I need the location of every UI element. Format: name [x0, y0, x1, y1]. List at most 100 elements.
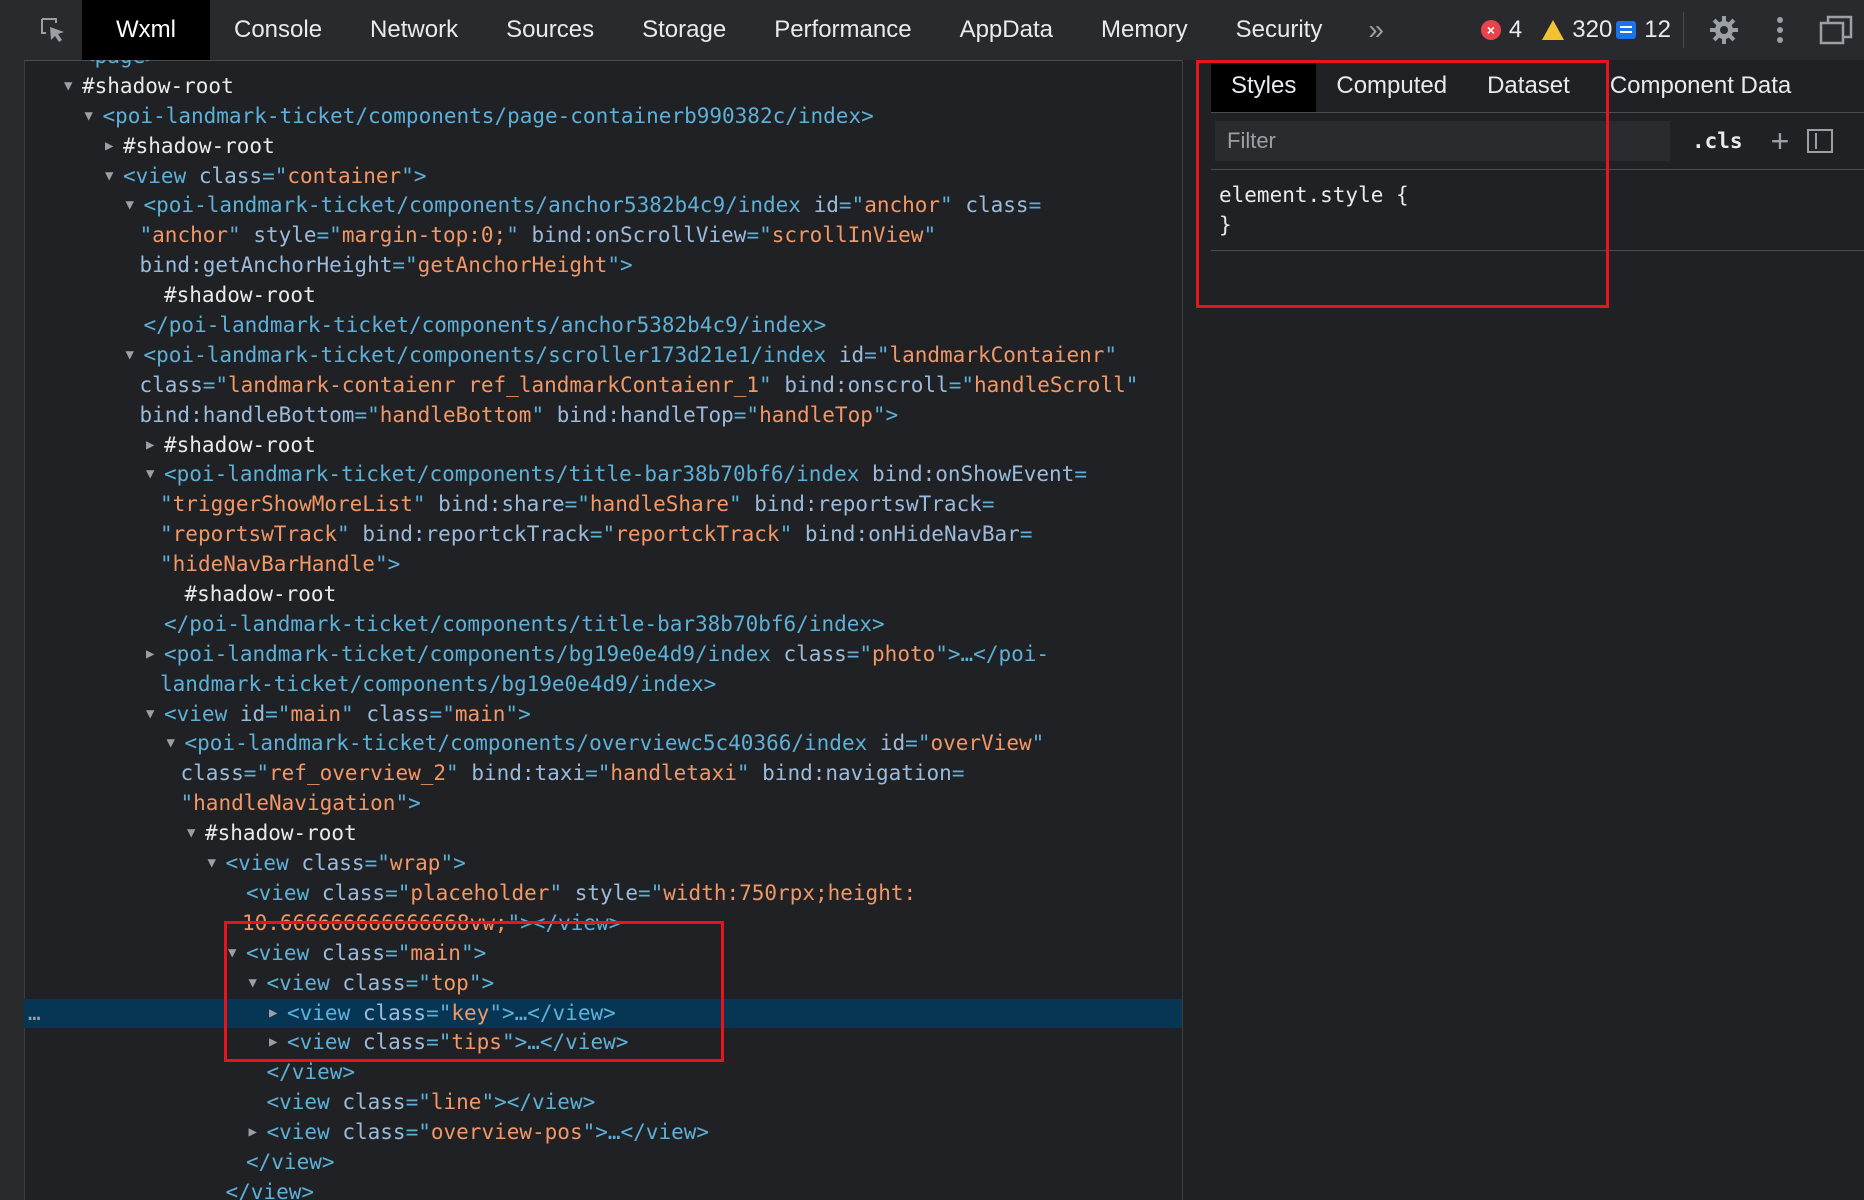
dom-node[interactable]: </poi-landmark-ticket/components/anchor5…: [24, 311, 1182, 341]
dom-node[interactable]: ▼ #shadow-root: [24, 819, 1182, 849]
dom-node[interactable]: "triggerShowMoreList" bind:share="handle…: [24, 490, 1182, 520]
dom-node[interactable]: ▼ <poi-landmark-ticket/components/title-b…: [24, 460, 1182, 490]
node-markup: #shadow-root: [82, 72, 234, 102]
dom-node[interactable]: "hideNavBarHandle">: [24, 550, 1182, 580]
sidebar-tab-component-data[interactable]: Component Data: [1590, 60, 1811, 112]
dom-node[interactable]: #shadow-root: [24, 580, 1182, 610]
dom-node[interactable]: </view>: [24, 1148, 1182, 1178]
dom-node[interactable]: ▼ #shadow-root: [24, 72, 1182, 102]
dom-node[interactable]: "anchor" style="margin-top:0;" bind:onSc…: [24, 221, 1182, 251]
sidebar-tab-styles[interactable]: Styles: [1211, 60, 1317, 112]
dom-node[interactable]: class="ref_overview_2" bind:taxi="handle…: [24, 759, 1182, 789]
dom-node[interactable]: </poi-landmark-ticket/components/title-b…: [24, 610, 1182, 640]
dom-node[interactable]: ▶ <view class="tips">…</view>: [24, 1028, 1182, 1058]
node-actions-icon[interactable]: …: [28, 999, 41, 1029]
dom-node[interactable]: #shadow-root: [24, 281, 1182, 311]
shadow-root-token: #shadow-root: [184, 582, 337, 607]
dom-node-selected[interactable]: ▶ … <view class="key">…</view>: [24, 998, 1182, 1029]
collapse-triangle-icon[interactable]: ▼: [126, 341, 134, 371]
dom-node[interactable]: <view class="line"></view>: [24, 1088, 1182, 1118]
sidebar-tab-computed[interactable]: Computed: [1316, 60, 1467, 112]
dom-node[interactable]: ▼ <view id="main" class="main">: [24, 700, 1182, 730]
issue-counters[interactable]: × 4 320 12: [1480, 16, 1671, 44]
collapse-triangle-icon[interactable]: ▼: [146, 460, 154, 490]
pane-splitter[interactable]: [1182, 60, 1212, 1200]
collapse-triangle-icon[interactable]: ▼: [126, 191, 134, 221]
tab-storage[interactable]: Storage: [618, 0, 750, 60]
attr-value-token: main: [454, 701, 506, 726]
more-tabs-button[interactable]: »: [1346, 14, 1406, 46]
expand-triangle-icon[interactable]: ▶: [146, 640, 154, 670]
node-markup: <poi-landmark-ticket/components/bg19e0e4…: [164, 640, 1049, 670]
dom-node[interactable]: </view>: [24, 1178, 1182, 1200]
collapse-triangle-icon[interactable]: ▼: [249, 969, 257, 999]
dom-node[interactable]: ▼ <poi-landmark-ticket/components/page-co…: [24, 102, 1182, 132]
expand-triangle-icon[interactable]: ▶: [269, 1028, 277, 1058]
dom-node[interactable]: <page>: [24, 60, 1182, 72]
collapse-triangle-icon[interactable]: ▼: [187, 819, 195, 849]
dom-node[interactable]: ▼ <poi-landmark-ticket/components/overvie…: [24, 729, 1182, 759]
node-markup: <view id="main" class="main">: [164, 700, 531, 730]
tab-appdata[interactable]: AppData: [936, 0, 1077, 60]
tab-security[interactable]: Security: [1212, 0, 1347, 60]
new-style-rule-button[interactable]: +: [1771, 123, 1790, 160]
tab-performance[interactable]: Performance: [750, 0, 935, 60]
styles-filter-input[interactable]: [1215, 121, 1670, 161]
inspect-element-button[interactable]: [24, 0, 82, 60]
node-markup: </view>: [246, 1148, 335, 1178]
dom-node[interactable]: 10.666666666666668vw;"></view>: [24, 909, 1182, 939]
tab-wxml[interactable]: Wxml: [82, 0, 210, 60]
tab-memory[interactable]: Memory: [1077, 0, 1212, 60]
dom-node[interactable]: ▼ <poi-landmark-ticket/components/anchor5…: [24, 191, 1182, 221]
dom-node[interactable]: </view>: [24, 1058, 1182, 1088]
dom-node[interactable]: class="landmark-contaienr ref_landmarkCo…: [24, 371, 1182, 401]
collapse-triangle-icon[interactable]: ▼: [167, 729, 175, 759]
dom-node[interactable]: ▶ <view class="overview-pos">…</view>: [24, 1118, 1182, 1148]
dom-node[interactable]: <view class="placeholder" style="width:7…: [24, 879, 1182, 909]
attr-value-token: hideNavBarHandle: [172, 552, 375, 577]
collapse-triangle-icon[interactable]: ▼: [228, 939, 236, 969]
expand-triangle-icon[interactable]: ▶: [269, 999, 277, 1029]
dom-node[interactable]: ▶ <poi-landmark-ticket/components/bg19e0e…: [24, 640, 1182, 670]
element-style-rule[interactable]: element.style { }: [1211, 170, 1864, 251]
dom-node[interactable]: landmark-ticket/components/bg19e0e4d9/in…: [24, 670, 1182, 700]
attr-name-token: bind:handleTop: [556, 402, 734, 427]
expand-triangle-icon[interactable]: ▶: [105, 132, 113, 162]
more-options-button[interactable]: [1752, 0, 1808, 60]
message-icon: [1616, 21, 1637, 39]
dom-node[interactable]: ▼ <view class="container">: [24, 162, 1182, 192]
tag-token: =": [426, 1030, 452, 1055]
undock-button[interactable]: [1808, 0, 1864, 60]
tag-token: <page>: [82, 60, 158, 68]
dom-node[interactable]: ▼ <poi-landmark-ticket/components/scrolle…: [24, 341, 1182, 371]
node-markup: <view class="placeholder" style="width:7…: [246, 879, 916, 909]
dom-node[interactable]: ▼ <view class="wrap">: [24, 849, 1182, 879]
dom-node[interactable]: "handleNavigation">: [24, 789, 1182, 819]
tag-token: ": [1031, 731, 1045, 756]
collapse-triangle-icon[interactable]: ▼: [64, 72, 72, 102]
dom-node[interactable]: ▼ <view class="top">: [24, 969, 1182, 999]
dom-node[interactable]: "reportswTrack" bind:reportckTrack="repo…: [24, 520, 1182, 550]
expand-triangle-icon[interactable]: ▶: [249, 1118, 257, 1148]
elements-tree[interactable]: <page> ▼ #shadow-root ▼ <poi-landmark-ticket…: [24, 60, 1182, 1200]
collapse-triangle-icon[interactable]: ▼: [146, 700, 154, 730]
tag-token: <view: [266, 970, 343, 995]
collapse-triangle-icon[interactable]: ▼: [105, 162, 113, 192]
dom-node[interactable]: bind:handleBottom="handleBottom" bind:ha…: [24, 401, 1182, 431]
sidebar-tab-dataset[interactable]: Dataset: [1467, 60, 1590, 112]
dom-node[interactable]: bind:getAnchorHeight="getAnchorHeight">: [24, 251, 1182, 281]
cls-button[interactable]: .cls: [1692, 129, 1743, 153]
toggle-sidebar-icon[interactable]: [1807, 129, 1834, 153]
node-markup: #shadow-root: [123, 132, 275, 162]
expand-triangle-icon[interactable]: ▶: [146, 431, 154, 461]
collapse-triangle-icon[interactable]: ▼: [85, 102, 93, 132]
tab-network[interactable]: Network: [346, 0, 482, 60]
dom-node[interactable]: ▶ #shadow-root: [24, 431, 1182, 461]
settings-button[interactable]: [1696, 0, 1752, 60]
tab-console[interactable]: Console: [210, 0, 346, 60]
dom-node[interactable]: ▼ <view class="main">: [24, 939, 1182, 969]
dom-node[interactable]: ▶ #shadow-root: [24, 132, 1182, 162]
attr-value-token: 10.666666666666668vw;: [242, 910, 508, 935]
tab-sources[interactable]: Sources: [482, 0, 618, 60]
collapse-triangle-icon[interactable]: ▼: [208, 849, 216, 879]
